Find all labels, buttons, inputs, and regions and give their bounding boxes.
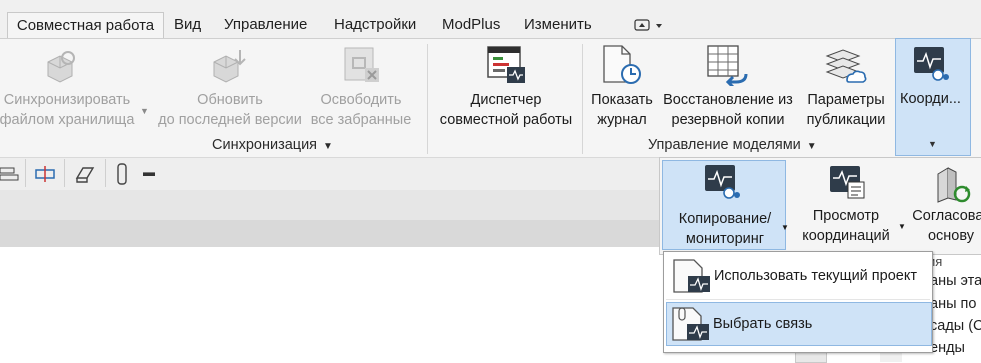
panel-divider [427,44,428,154]
view-coordination-icon [828,164,866,205]
publish-settings-icon [823,46,867,91]
toolbar-divider [64,159,65,187]
customize-toolbar-icon[interactable]: ▬ [143,165,155,179]
toolbar-divider [25,159,26,187]
dispatcher-icon [487,45,527,90]
menu-item-select-link[interactable]: Выбрать связь [666,302,932,346]
tab-view[interactable]: Вид [174,15,201,37]
browser-item[interactable]: енды [930,340,965,356]
release-button[interactable]: Освободить все забранные [306,90,416,130]
coordination-icon [912,45,952,88]
copy-monitor-label: Копирование/ мониторинг [678,211,772,247]
sync-icon [40,48,80,89]
show-log-icon [602,44,642,91]
reconcile-icon [934,164,974,209]
split-element-icon[interactable] [34,166,56,187]
view-coordination-arrow-icon[interactable]: ▼ [898,222,906,231]
section-box-icon[interactable] [73,164,95,189]
view-coordination-button[interactable]: Просмотр координаций [790,206,902,246]
release-icon [343,44,383,89]
tab-modplus[interactable]: ModPlus [442,15,500,37]
tab-manage[interactable]: Управление [224,15,307,37]
menu-divider [666,299,930,300]
dispatcher-button[interactable]: Диспетчер совместной работы [433,90,579,130]
select-link-icon [671,306,711,359]
panel-expand-icon: ▼ [323,141,333,152]
update-button[interactable]: Обновить до последней версии [150,90,310,130]
tab-modify[interactable]: Изменить [524,15,592,37]
align-icon[interactable] [0,166,20,187]
coordination-dropdown-panel: Копирование/ мониторинг ▼ Просмотр коорд… [659,157,981,269]
panel-expand-icon: ▼ [806,141,817,152]
restore-backup-button[interactable]: Восстановление из резервной копии [656,90,800,130]
update-icon [208,48,248,89]
publish-settings-button[interactable]: Параметры публикации [800,90,892,130]
coordination-label: Коорди... [900,91,961,107]
copy-monitor-icon [703,163,743,206]
panel-visibility-toggle[interactable] [634,17,664,39]
sync-dropdown-arrow-icon[interactable]: ▼ [140,106,149,116]
show-log-button[interactable]: Показать журнал [588,90,656,130]
browser-item[interactable]: аны по [930,296,976,312]
restore-backup-icon [706,44,750,91]
tab-addins[interactable]: Надстройки [334,15,416,37]
panel-toggle-icon [634,19,662,31]
browser-item[interactable]: сады (С [930,318,981,334]
ribbon-tab-bar: Совместная работа Вид Управление Надстро… [0,0,981,39]
browser-item[interactable]: аны эта [930,273,981,289]
tab-collaborate[interactable]: Совместная работа [7,12,164,39]
reconcile-button[interactable]: Согласоват основу [906,206,981,246]
sync-button[interactable]: Синхронизировать файлом хранилища [0,90,142,130]
panel-divider [582,44,583,154]
copy-monitor-arrow-icon: ▼ [781,223,789,232]
panel-title-sync[interactable]: Синхронизация ▼ [212,137,333,153]
copy-monitor-button[interactable]: Копирование/ мониторинг ▼ [662,160,789,250]
coordination-button[interactable]: Коорди... ▼ [895,38,971,156]
copy-monitor-menu: Использовать текущий проект Выбрать связ… [663,251,933,353]
toolbar-divider [105,159,106,187]
panel-title-manage-models[interactable]: Управление моделями ▼ [648,137,817,153]
menu-item-use-current-project[interactable]: Использовать текущий проект [666,254,930,298]
coordination-dropdown-arrow-icon: ▼ [928,139,937,149]
thin-lines-icon[interactable] [116,163,130,190]
